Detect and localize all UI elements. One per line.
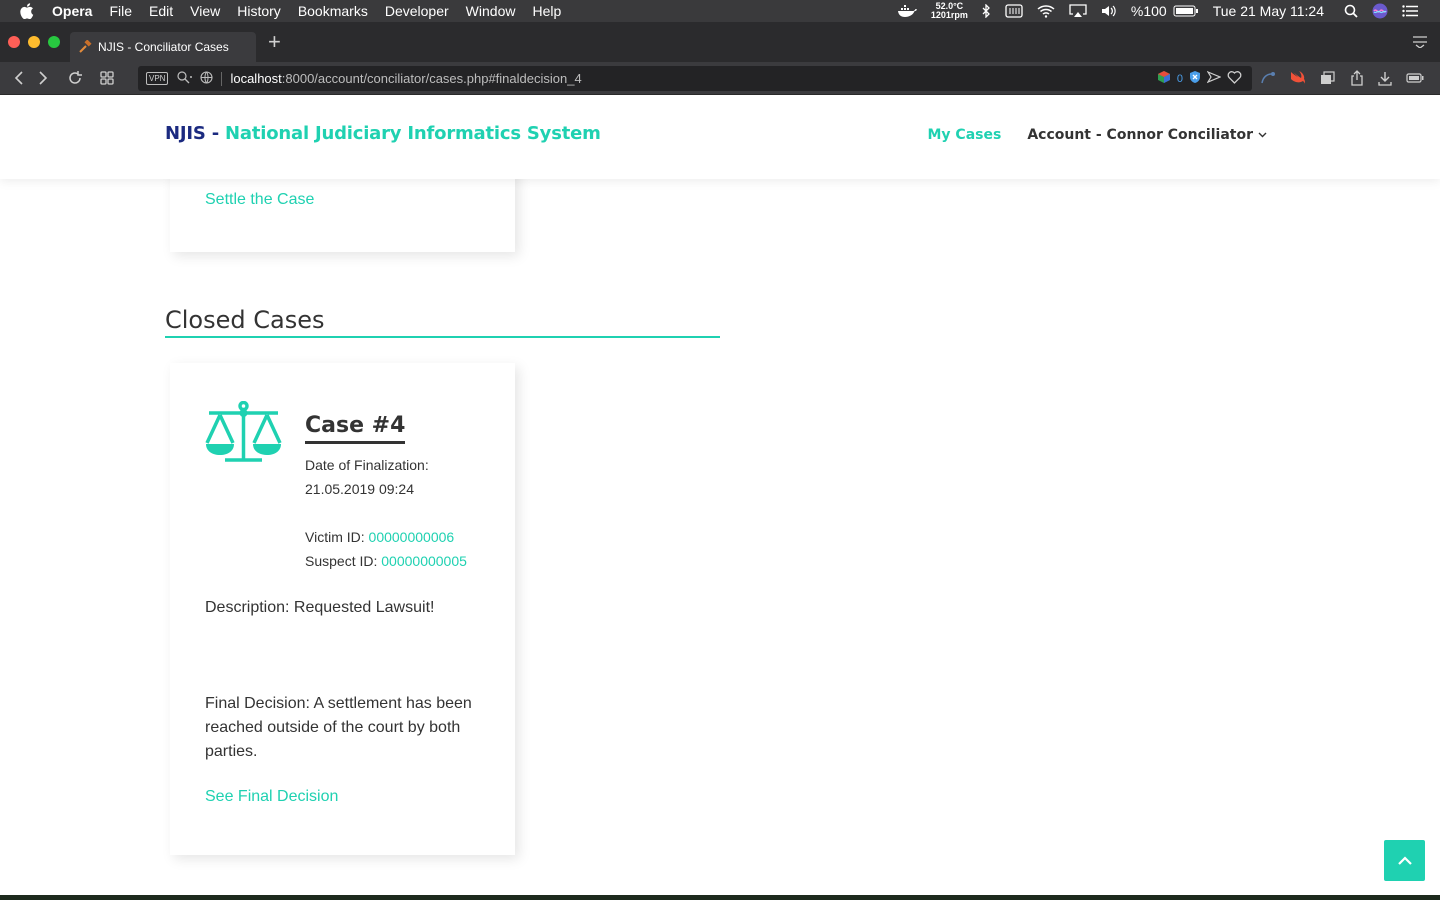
reload-icon[interactable] bbox=[68, 71, 82, 85]
brand-dash: - bbox=[205, 123, 226, 144]
tab-menu-icon[interactable] bbox=[1412, 35, 1428, 53]
battery-saver-icon[interactable] bbox=[1406, 73, 1424, 83]
menu-view[interactable]: View bbox=[190, 0, 220, 22]
gavel-favicon-icon bbox=[79, 40, 92, 53]
scroll-to-top-button[interactable] bbox=[1384, 840, 1425, 881]
finalization-date: 21.05.2019 09:24 bbox=[305, 481, 414, 497]
finalization-block: Date of Finalization: 21.05.2019 09:24 bbox=[305, 453, 429, 501]
brand-full: National Judiciary Informatics System bbox=[225, 123, 601, 144]
address-bar[interactable]: VPN localhost:8000/account/conciliator/c… bbox=[138, 66, 1252, 91]
browser-toolbar: VPN localhost:8000/account/conciliator/c… bbox=[0, 62, 1440, 94]
victim-id-row: Victim ID: 00000000006 bbox=[305, 525, 467, 549]
minimize-window-button[interactable] bbox=[28, 36, 40, 48]
active-tab[interactable]: NJIS - Conciliator Cases bbox=[70, 32, 256, 62]
nav-account-label: Account - Connor Conciliator bbox=[1027, 127, 1253, 143]
fan-rpm-value: 1201rpm bbox=[930, 10, 968, 20]
case-card: Case #4 Date of Finalization: 21.05.2019… bbox=[170, 363, 515, 855]
tab-title: NJIS - Conciliator Cases bbox=[98, 40, 229, 54]
suspect-id-label: Suspect ID: bbox=[305, 553, 382, 569]
site-header: NJIS - National Judiciary Informatics Sy… bbox=[0, 95, 1440, 179]
spotlight-icon[interactable] bbox=[1344, 4, 1358, 18]
notification-center-icon[interactable] bbox=[1402, 5, 1418, 17]
flow-icon[interactable] bbox=[1260, 71, 1276, 85]
swift-icon[interactable] bbox=[1290, 71, 1306, 85]
keyboard-icon[interactable] bbox=[1005, 4, 1023, 18]
globe-icon[interactable] bbox=[200, 70, 214, 87]
page-viewport: Settle the Case NJIS - National Judiciar… bbox=[0, 95, 1440, 895]
nav-my-cases[interactable]: My Cases bbox=[927, 127, 1001, 143]
ids-block: Victim ID: 00000000006 Suspect ID: 00000… bbox=[305, 525, 467, 573]
brand-short: NJIS bbox=[165, 123, 206, 144]
vpn-badge[interactable]: VPN bbox=[146, 72, 169, 85]
ad-block-count: 0 bbox=[1176, 72, 1183, 85]
suspect-id-row: Suspect ID: 00000000005 bbox=[305, 549, 467, 573]
heart-icon[interactable] bbox=[1227, 70, 1242, 87]
volume-icon[interactable] bbox=[1101, 4, 1117, 18]
cpu-temp-readout[interactable]: 52.0°C 1201rpm bbox=[931, 2, 968, 20]
site-brand[interactable]: NJIS - National Judiciary Informatics Sy… bbox=[165, 123, 601, 144]
menu-edit[interactable]: Edit bbox=[149, 0, 173, 22]
menubar-status-area: 52.0°C 1201rpm %100 Tue 21 May 11:24 bbox=[897, 0, 1440, 22]
battery-icon[interactable] bbox=[1173, 5, 1199, 17]
shield-icon[interactable] bbox=[1189, 70, 1201, 87]
siri-icon[interactable] bbox=[1372, 3, 1388, 19]
menu-help[interactable]: Help bbox=[532, 0, 561, 22]
url-path: :8000/account/conciliator/cases.php#fina… bbox=[281, 71, 582, 86]
menu-developer[interactable]: Developer bbox=[385, 0, 449, 22]
download-icon[interactable] bbox=[1378, 71, 1392, 86]
macos-menubar: Opera File Edit View History Bookmarks D… bbox=[0, 0, 1440, 22]
closed-cases-heading: Closed Cases bbox=[165, 306, 720, 338]
suspect-id-link[interactable]: 00000000005 bbox=[381, 553, 467, 569]
case-description: Description: Requested Lawsuit! bbox=[205, 599, 435, 616]
browser-tab-strip: NJIS - Conciliator Cases + bbox=[0, 22, 1440, 62]
victim-id-label: Victim ID: bbox=[305, 529, 369, 545]
url-text[interactable]: localhost:8000/account/conciliator/cases… bbox=[230, 71, 581, 86]
airplay-icon[interactable] bbox=[1069, 4, 1087, 18]
desktop-edge bbox=[0, 895, 1440, 900]
clock[interactable]: Tue 21 May 11:24 bbox=[1213, 3, 1324, 19]
close-window-button[interactable] bbox=[8, 36, 20, 48]
case-title: Case #4 bbox=[305, 413, 406, 444]
victim-id-link[interactable]: 00000000006 bbox=[369, 529, 455, 545]
window-controls bbox=[8, 36, 68, 48]
settle-case-link[interactable]: Settle the Case bbox=[205, 191, 314, 209]
site-nav: My Cases Account - Connor Conciliator bbox=[927, 127, 1267, 143]
back-icon[interactable] bbox=[14, 71, 24, 85]
speed-dial-icon[interactable] bbox=[100, 71, 114, 85]
battery-percent[interactable]: %100 bbox=[1131, 3, 1167, 19]
menu-file[interactable]: File bbox=[109, 0, 132, 22]
finalization-label: Date of Finalization: bbox=[305, 457, 429, 473]
tabs-snapshot-icon[interactable] bbox=[1320, 71, 1336, 85]
docker-icon[interactable] bbox=[897, 4, 917, 18]
menu-app-name[interactable]: Opera bbox=[52, 0, 92, 22]
cube-extension-icon[interactable] bbox=[1157, 70, 1171, 87]
wifi-icon[interactable] bbox=[1037, 4, 1055, 18]
toolbar-right-icons bbox=[1246, 70, 1424, 86]
send-icon[interactable] bbox=[1206, 70, 1222, 87]
search-key-icon[interactable] bbox=[176, 70, 194, 87]
new-tab-button[interactable]: + bbox=[268, 31, 281, 53]
chevron-up-icon bbox=[1397, 856, 1412, 865]
forward-icon[interactable] bbox=[38, 71, 48, 85]
share-icon[interactable] bbox=[1350, 70, 1364, 86]
menu-history[interactable]: History bbox=[237, 0, 281, 22]
bluetooth-icon[interactable] bbox=[982, 4, 991, 18]
nav-account-dropdown[interactable]: Account - Connor Conciliator bbox=[1027, 127, 1267, 143]
menu-bookmarks[interactable]: Bookmarks bbox=[298, 0, 368, 22]
address-divider bbox=[221, 71, 223, 86]
zoom-window-button[interactable] bbox=[48, 36, 60, 48]
chevron-down-icon bbox=[1258, 132, 1267, 138]
menu-window[interactable]: Window bbox=[466, 0, 516, 22]
see-final-decision-link[interactable]: See Final Decision bbox=[205, 788, 338, 806]
scales-of-justice-icon bbox=[205, 401, 282, 462]
apple-icon[interactable] bbox=[20, 3, 38, 19]
url-host: localhost bbox=[230, 71, 282, 86]
final-decision-text: Final Decision: A settlement has been re… bbox=[205, 695, 472, 760]
